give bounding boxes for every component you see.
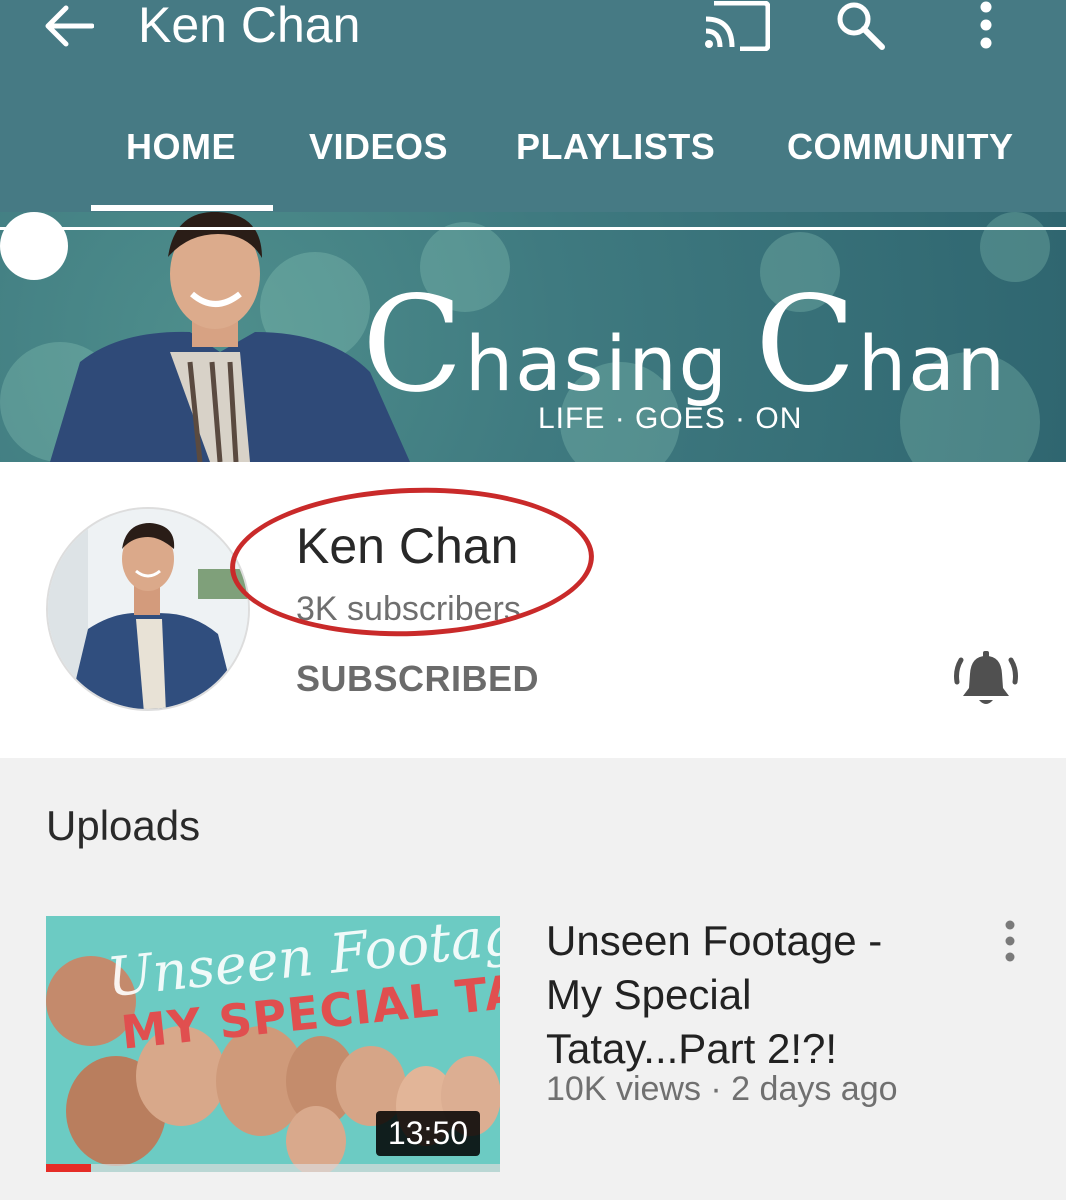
channel-header: Ken Chan 3K subscribers SUBSCRIBED [0,462,1066,758]
cast-icon [705,1,770,51]
red-annotation-circle [227,481,597,643]
tab-community[interactable]: COMMUNITY [787,126,1013,168]
tab-videos[interactable]: VIDEOS [309,126,448,168]
uploads-section-title: Uploads [46,802,201,849]
subscribed-button[interactable]: SUBSCRIBED [296,658,539,700]
banner-title: Chasing Chan [362,268,1007,422]
tab-playlists[interactable]: PLAYLISTS [516,126,715,168]
bell-ringing-icon [954,651,1018,704]
overlay-progress-line [0,227,1066,230]
selected-tab-indicator [91,205,273,211]
cast-button[interactable] [700,0,772,52]
watch-progress-bar [46,1164,500,1172]
channel-banner: Chasing Chan LIFE · GOES · ON [0,212,1066,462]
watch-progress-fill [46,1164,92,1172]
search-icon [837,2,885,50]
app-title: Ken Chan [138,0,361,53]
more-options-button[interactable] [966,0,1006,52]
back-arrow-icon [45,5,94,47]
channel-avatar[interactable] [46,507,250,711]
avatar-image [48,509,248,709]
video-duration: 13:50 [375,1111,480,1156]
more-vert-icon [1005,920,1015,962]
channel-tabs: HOME VIDEOS PLAYLISTS COMMUNITY [0,112,1066,212]
app-bar: Ken Chan HOME VIDEOS PLAYLISTS COMMUNITY [0,0,1066,212]
video-title[interactable]: Unseen Footage - My Special Tatay...Part… [546,914,946,1076]
tab-home[interactable]: HOME [126,126,236,168]
banner-person-image [50,212,410,462]
video-more-options-button[interactable] [990,920,1030,964]
search-button[interactable] [830,0,890,52]
video-meta: 10K views · 2 days ago [546,1070,898,1108]
back-button[interactable] [38,0,98,52]
notification-bell-button[interactable] [950,644,1022,716]
thumbnail-face [286,1106,346,1172]
video-thumbnail[interactable]: Unseen Footage! MY SPECIAL TATAY 13:50 [46,916,500,1172]
more-vert-icon [980,1,992,49]
banner-subtitle: LIFE · GOES · ON [538,402,803,435]
overlay-progress-knob[interactable] [0,212,68,280]
